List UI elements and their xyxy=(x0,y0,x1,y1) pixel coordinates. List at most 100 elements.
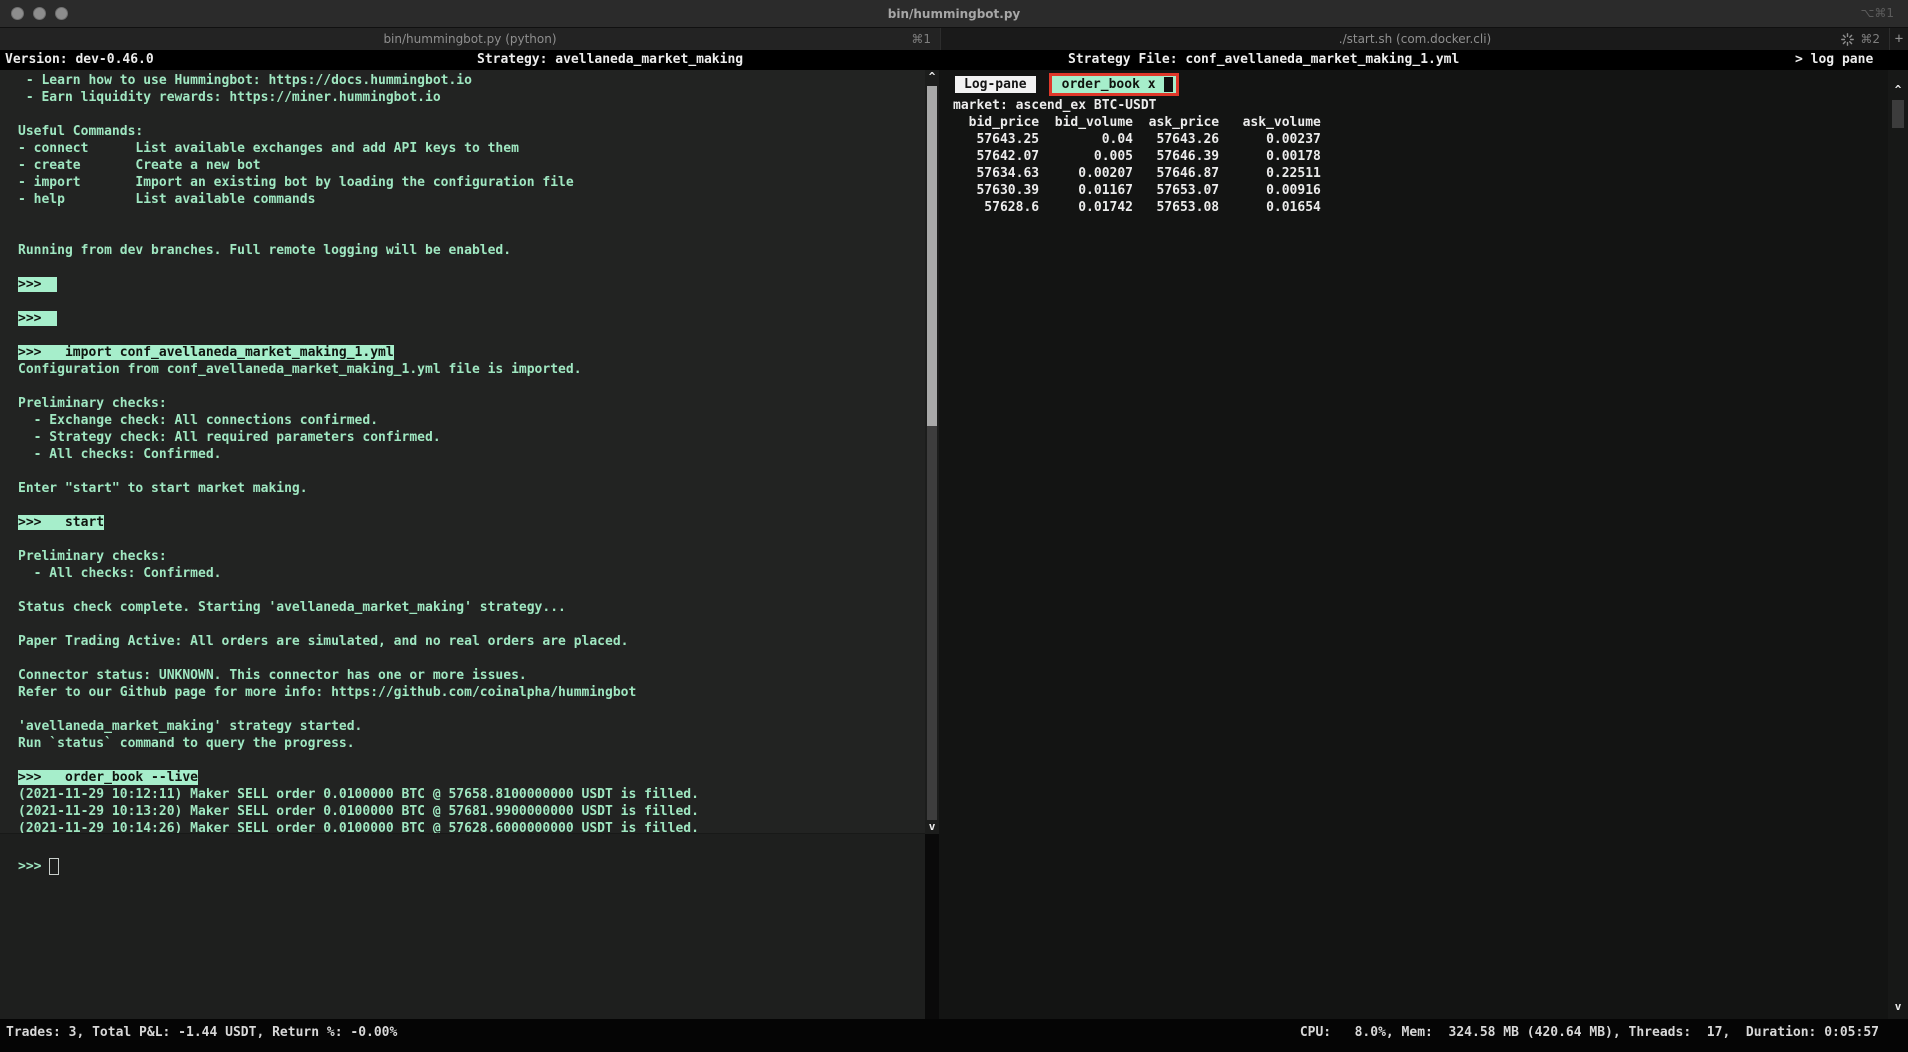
tab-order-book[interactable]: order_book x xyxy=(1048,73,1179,96)
version-label: Version: dev-0.46.0 xyxy=(5,52,154,67)
terminal-line: (2021-11-29 10:12:11) Maker SELL order 0… xyxy=(18,787,699,802)
terminal-line: - Earn liquidity rewards: https://miner.… xyxy=(18,90,441,105)
terminal-line: - All checks: Confirmed. xyxy=(18,447,222,462)
command-line: >>> start xyxy=(18,515,105,530)
scrollbar-track[interactable] xyxy=(927,426,937,820)
terminal-log: - Learn how to use Hummingbot: https://d… xyxy=(0,70,925,834)
main-area: - Learn how to use Hummingbot: https://d… xyxy=(0,70,1908,1019)
tab-order-book-label: order_book x xyxy=(1061,77,1156,92)
command-input-area[interactable]: >>> xyxy=(0,834,925,1019)
scroll-down-icon[interactable]: v xyxy=(925,820,939,834)
output-scrollbar[interactable]: ^ v xyxy=(925,70,939,834)
terminal-line: Enter "start" to start market making. xyxy=(18,481,308,496)
terminal-line: - Strategy check: All required parameter… xyxy=(18,430,441,445)
orderbook-row: 57642.07 0.005 57646.39 0.00178 xyxy=(953,149,1321,164)
close-window-icon[interactable] xyxy=(11,7,24,20)
tab-docker[interactable]: ./start.sh (com.docker.cli) ⌘2 xyxy=(940,28,1889,50)
orderbook-header-row: bid_price bid_volume ask_price ask_volum… xyxy=(953,115,1321,130)
terminal-line: Refer to our Github page for more info: … xyxy=(18,685,637,700)
log-pane-tabs: Log-pane order_book x xyxy=(953,73,1888,97)
system-status: CPU: 8.0%, Mem: 324.58 MB (420.64 MB), T… xyxy=(1299,1025,1879,1040)
terminal-line: Configuration from conf_avellaneda_marke… xyxy=(18,362,582,377)
scrollbar-thumb[interactable] xyxy=(927,86,937,426)
log-pane: Log-pane order_book x market: ascend_ex … xyxy=(939,70,1888,1019)
minimize-window-icon[interactable] xyxy=(33,7,46,20)
tab-bar: bin/hummingbot.py (python) ⌘1 ./start.sh… xyxy=(0,28,1908,50)
terminal-line: (2021-11-29 10:14:26) Maker SELL order 0… xyxy=(18,821,699,834)
terminal-line: - Learn how to use Hummingbot: https://d… xyxy=(18,73,472,88)
terminal-line: - Exchange check: All connections confir… xyxy=(18,413,379,428)
tab-hummingbot-label: bin/hummingbot.py (python) xyxy=(383,32,557,46)
terminal-line: - All checks: Confirmed. xyxy=(18,566,222,581)
tab-docker-label: ./start.sh (com.docker.cli) xyxy=(1338,32,1492,46)
app-header-row: Version: dev-0.46.0 Strategy: avellaneda… xyxy=(0,50,1908,70)
command-line: >>> xyxy=(18,277,58,292)
strategy-file-label: Strategy File: conf_avellaneda_market_ma… xyxy=(1068,52,1460,67)
input-prompt: >>> xyxy=(18,859,42,874)
tab-cursor-block xyxy=(1163,77,1173,92)
window-shortcut-hint: ⌥⌘1 xyxy=(1860,6,1894,20)
strategy-label: Strategy: avellaneda_market_making xyxy=(477,52,744,67)
text-cursor xyxy=(49,858,60,875)
orderbook-row: 57628.6 0.01742 57653.08 0.01654 xyxy=(953,200,1321,215)
log-pane-toggle[interactable]: > log pane xyxy=(1795,50,1873,70)
output-pane: - Learn how to use Hummingbot: https://d… xyxy=(0,70,925,1019)
tab-docker-shortcut: ⌘2 xyxy=(1860,32,1880,46)
scroll-up-icon[interactable]: ^ xyxy=(1888,83,1908,97)
terminal-line: Preliminary checks: xyxy=(18,396,167,411)
tab-log-pane[interactable]: Log-pane xyxy=(955,76,1036,93)
scroll-down-icon[interactable]: v xyxy=(1888,1000,1908,1014)
command-line: >>> import conf_avellaneda_market_making… xyxy=(18,345,394,360)
terminal-line: Preliminary checks: xyxy=(18,549,167,564)
command-line: >>> xyxy=(18,311,58,326)
terminal-line: Useful Commands: xyxy=(18,124,144,139)
command-input-line[interactable]: >>> xyxy=(18,858,925,875)
terminal-line: (2021-11-29 10:13:20) Maker SELL order 0… xyxy=(18,804,699,819)
tab-hummingbot-shortcut: ⌘1 xyxy=(911,32,931,46)
new-tab-button[interactable]: + xyxy=(1889,28,1908,50)
terminal-line: Running from dev branches. Full remote l… xyxy=(18,243,512,258)
status-bar: Trades: 3, Total P&L: -1.44 USDT, Return… xyxy=(0,1019,1908,1052)
window-title: bin/hummingbot.py xyxy=(887,6,1021,21)
window-controls xyxy=(11,7,68,20)
titlebar: bin/hummingbot.py ⌥⌘1 xyxy=(0,0,1908,28)
orderbook-row: 57634.63 0.00207 57646.87 0.22511 xyxy=(953,166,1321,181)
command-line: >>> order_book --live xyxy=(18,770,199,785)
trades-status: Trades: 3, Total P&L: -1.44 USDT, Return… xyxy=(6,1025,398,1040)
orderbook-table: bid_price bid_volume ask_price ask_volum… xyxy=(953,114,1888,216)
terminal-line: - create Create a new bot xyxy=(18,158,261,173)
activity-spinner-icon xyxy=(1841,32,1855,46)
terminal-line: Paper Trading Active: All orders are sim… xyxy=(18,634,629,649)
terminal-line: Status check complete. Starting 'avellan… xyxy=(18,600,566,615)
log-pane-scrollbar[interactable]: ^ v xyxy=(1888,70,1908,1019)
orderbook-row: 57643.25 0.04 57643.26 0.00237 xyxy=(953,132,1321,147)
terminal-line: - connect List available exchanges and a… xyxy=(18,141,519,156)
maximize-window-icon[interactable] xyxy=(55,7,68,20)
market-label: market: ascend_ex BTC-USDT xyxy=(953,98,1157,113)
terminal-window: bin/hummingbot.py ⌥⌘1 bin/hummingbot.py … xyxy=(0,0,1908,1052)
terminal-line: 'avellaneda_market_making' strategy star… xyxy=(18,719,363,734)
terminal-line: Run `status` command to query the progre… xyxy=(18,736,355,751)
scroll-up-icon[interactable]: ^ xyxy=(925,70,939,84)
terminal-line: - help List available commands xyxy=(18,192,316,207)
terminal-line: - import Import an existing bot by loadi… xyxy=(18,175,574,190)
scrollbar-thumb[interactable] xyxy=(1892,100,1904,128)
terminal-line: Connector status: UNKNOWN. This connecto… xyxy=(18,668,527,683)
orderbook-row: 57630.39 0.01167 57653.07 0.00916 xyxy=(953,183,1321,198)
tab-hummingbot[interactable]: bin/hummingbot.py (python) ⌘1 xyxy=(0,28,940,50)
